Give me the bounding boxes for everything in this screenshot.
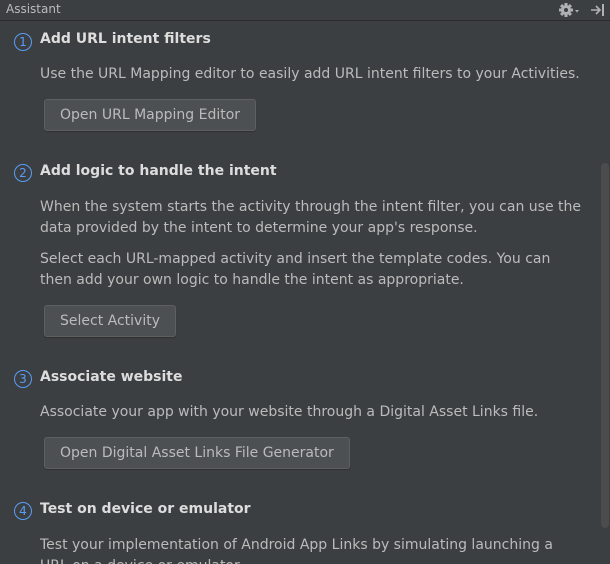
step-number-badge: 3 <box>14 370 32 388</box>
step-title: Test on device or emulator <box>40 501 251 517</box>
vertical-scrollbar[interactable] <box>601 163 609 528</box>
select-activity-button[interactable]: Select Activity <box>44 305 176 337</box>
assistant-content: 1 Add URL intent filters Use the URL Map… <box>0 22 600 564</box>
open-url-mapping-editor-button[interactable]: Open URL Mapping Editor <box>44 99 257 131</box>
step-description: When the system starts the activity thro… <box>40 199 581 236</box>
step-description: Associate your app with your website thr… <box>40 404 539 420</box>
step-number-badge: 4 <box>14 502 32 520</box>
step-number-badge: 2 <box>14 164 32 182</box>
step-title: Add URL intent filters <box>40 31 211 47</box>
assistant-panel: Assistant 1 Add URL intent filters Use t… <box>0 0 610 564</box>
gear-icon[interactable] <box>558 1 582 19</box>
step-description: Select each URL-mapped activity and inse… <box>40 251 551 288</box>
step-title: Add logic to handle the intent <box>40 163 277 179</box>
step-number-badge: 1 <box>14 33 32 51</box>
panel-title: Assistant <box>6 2 61 16</box>
step-description: Test your implementation of Android App … <box>40 537 553 564</box>
panel-header: Assistant <box>0 0 610 21</box>
step-title: Associate website <box>40 369 183 385</box>
open-digital-asset-links-generator-button[interactable]: Open Digital Asset Links File Generator <box>44 437 350 469</box>
hide-panel-icon[interactable] <box>589 2 607 18</box>
step-description: Use the URL Mapping editor to easily add… <box>40 66 580 82</box>
